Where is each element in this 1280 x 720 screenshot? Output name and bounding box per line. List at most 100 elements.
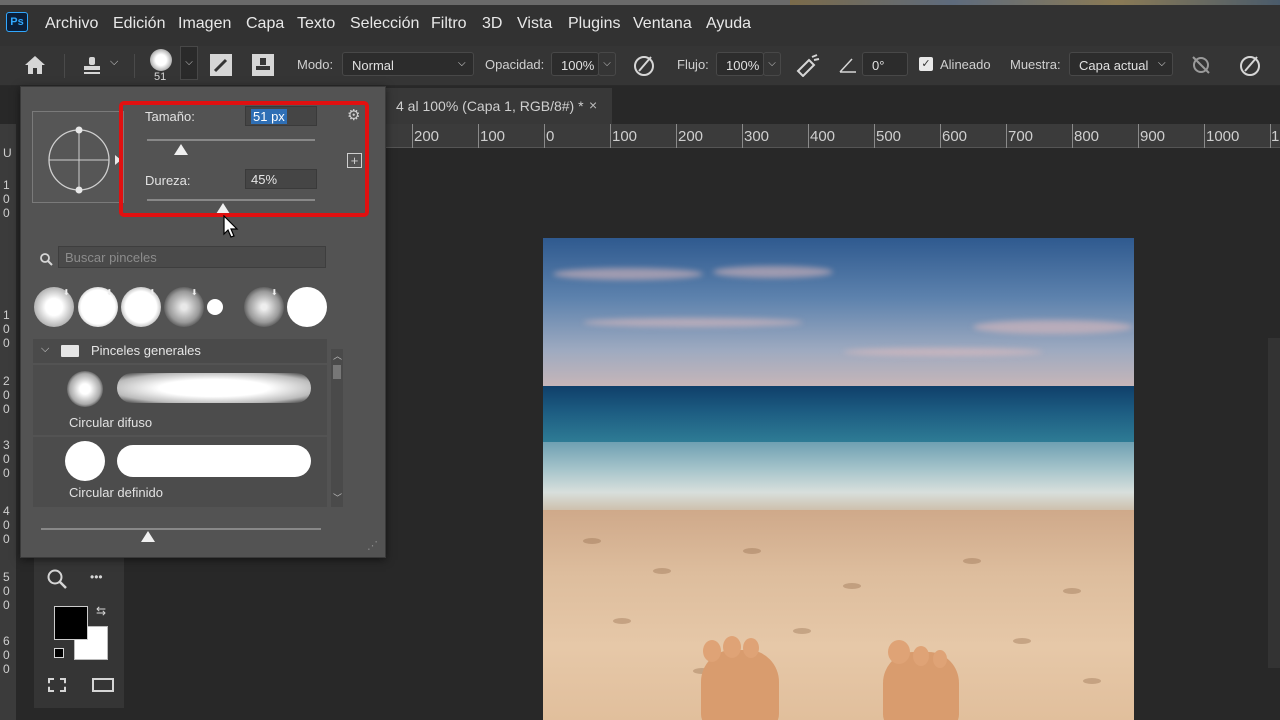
menu-plugins[interactable]: Plugins [568,15,620,33]
ruler-label: 300 [744,128,770,145]
photo-toe [933,650,947,668]
angle-field[interactable]: 0° [862,52,908,76]
brush-angle-roundness-icon[interactable] [33,112,125,204]
resize-grip-icon[interactable]: ⋰ [367,539,378,552]
pressure-opacity-icon[interactable] [632,53,656,77]
close-icon[interactable]: × [589,97,597,113]
menu-3d[interactable]: 3D [482,15,502,33]
ruler-tick [940,124,941,148]
brush-settings-icon[interactable] [208,52,234,78]
more-tools-icon[interactable]: ••• [90,570,103,584]
scroll-up-icon[interactable]: ︿ [333,349,342,362]
default-colors-icon[interactable] [54,648,64,658]
ruler-label: 700 [1008,128,1034,145]
opacity-field[interactable]: 100% [551,52,599,76]
quick-mask-icon[interactable] [48,678,66,692]
photo-footprint [1063,588,1081,594]
screen-mode-icon[interactable] [92,678,114,692]
menu-vista[interactable]: Vista [517,15,552,33]
ruler-label: 400 [810,128,836,145]
ruler-tick [610,124,611,148]
preview-size-slider[interactable] [41,528,321,530]
mouse-pointer-icon [223,215,239,238]
photo-toe [913,646,929,666]
ruler-label: 0 [3,452,10,466]
preview-size-slider-thumb[interactable] [141,531,155,542]
home-icon[interactable] [23,54,47,76]
photoshop-logo[interactable]: Ps [6,12,28,32]
highlight-annotation-box [119,101,369,217]
chevron-down-icon[interactable]: ⌵ [110,56,118,69]
menu-ayuda[interactable]: Ayuda [706,15,751,33]
vertical-ruler[interactable]: U 1 0 0 1 0 0 2 0 0 3 0 0 4 0 0 5 0 0 6 … [0,124,16,720]
angle-icon [839,58,856,73]
brush-tip-hard[interactable] [287,287,327,327]
ignore-adjustment-layers-icon[interactable] [1190,54,1212,76]
brush-item-hard-round[interactable]: Circular definido [33,437,327,507]
photo-sky [543,238,1134,388]
pressure-size-icon[interactable] [1238,53,1262,77]
brush-stroke-preview [117,445,311,477]
photo-footprint [583,538,601,544]
brush-preset-picker[interactable]: Tamaño: 51 px ⚙ + Dureza: 45% Buscar pin… [20,86,386,558]
ruler-label: 1000 [1206,128,1240,145]
photo-sand [543,510,1134,720]
brush-item-soft-round[interactable]: Circular difuso [33,365,327,435]
ruler-label: 200 [414,128,440,145]
menu-bar: Ps Archivo Edición Imagen Capa Texto Sel… [0,0,1280,46]
menu-capa[interactable]: Capa [246,15,284,33]
photo-toe [703,640,721,662]
opacity-dropdown[interactable]: ⌵ [598,52,616,76]
horizontal-ruler[interactable]: 200 100 0 100 200 300 400 500 600 700 80… [386,124,1280,148]
ruler-tick [412,124,413,148]
brush-tip-soft-2[interactable] [164,287,204,327]
scroll-down-icon[interactable]: ﹀ [333,491,342,504]
photo-footprint [613,618,631,624]
chevron-down-icon[interactable]: ⌵ [41,343,49,356]
sample-select[interactable]: Capa actual ⌵ [1069,52,1173,76]
brush-search-input[interactable]: Buscar pinceles [58,246,326,268]
brush-folder[interactable]: ⌵ Pinceles generales [33,339,327,363]
photo-sea [543,386,1134,444]
ruler-tick [1204,124,1205,148]
menu-archivo[interactable]: Archivo [45,15,98,33]
clone-stamp-icon[interactable] [80,54,104,78]
mode-value: Normal [352,58,394,73]
flow-dropdown[interactable]: ⌵ [763,52,781,76]
folder-icon [61,345,79,357]
chevron-down-icon: ⌵ [1158,58,1166,69]
ruler-label: 0 [3,336,10,350]
ruler-tick [1006,124,1007,148]
sample-label: Muestra: [1010,57,1061,72]
aligned-checkbox[interactable]: ✓ [919,57,933,71]
ruler-label: 500 [876,128,902,145]
brush-tip-soft-3[interactable] [244,287,284,327]
document-tab[interactable]: 4 al 100% (Capa 1, RGB/8#) * × [386,88,612,124]
beach-photo[interactable] [543,238,1134,720]
brush-list-scrollbar[interactable]: ︿ ﹀ [331,349,343,507]
zoom-icon[interactable] [46,568,68,590]
airbrush-icon[interactable] [795,53,821,77]
swap-colors-icon[interactable]: ⇆ [96,604,106,618]
menu-ventana[interactable]: Ventana [633,15,692,33]
ruler-label: 0 [3,192,10,206]
brush-picker-toggle[interactable]: ⌵ [180,46,198,80]
flow-field[interactable]: 100% [716,52,764,76]
brush-tip-small[interactable] [207,299,223,315]
options-bar: ⌵ 51 ⌵ Modo: Normal ⌵ Opacidad: 100% ⌵ F… [0,46,1280,86]
menu-seleccion[interactable]: Selección [350,15,419,33]
scroll-thumb[interactable] [333,365,341,379]
brush-stroke-preview [117,373,311,403]
brush-preset-icon[interactable] [150,49,172,71]
mode-select[interactable]: Normal ⌵ [342,52,474,76]
clone-source-icon[interactable] [250,52,276,78]
menu-filtro[interactable]: Filtro [431,15,467,33]
foreground-color-swatch[interactable] [54,606,88,640]
menu-texto[interactable]: Texto [297,15,335,33]
ruler-label: 0 [3,532,10,546]
brush-angle-preview[interactable] [32,111,124,203]
flow-label: Flujo: [677,57,709,72]
menu-edicion[interactable]: Edición [113,15,165,33]
ruler-tick [676,124,677,148]
menu-imagen[interactable]: Imagen [178,15,231,33]
